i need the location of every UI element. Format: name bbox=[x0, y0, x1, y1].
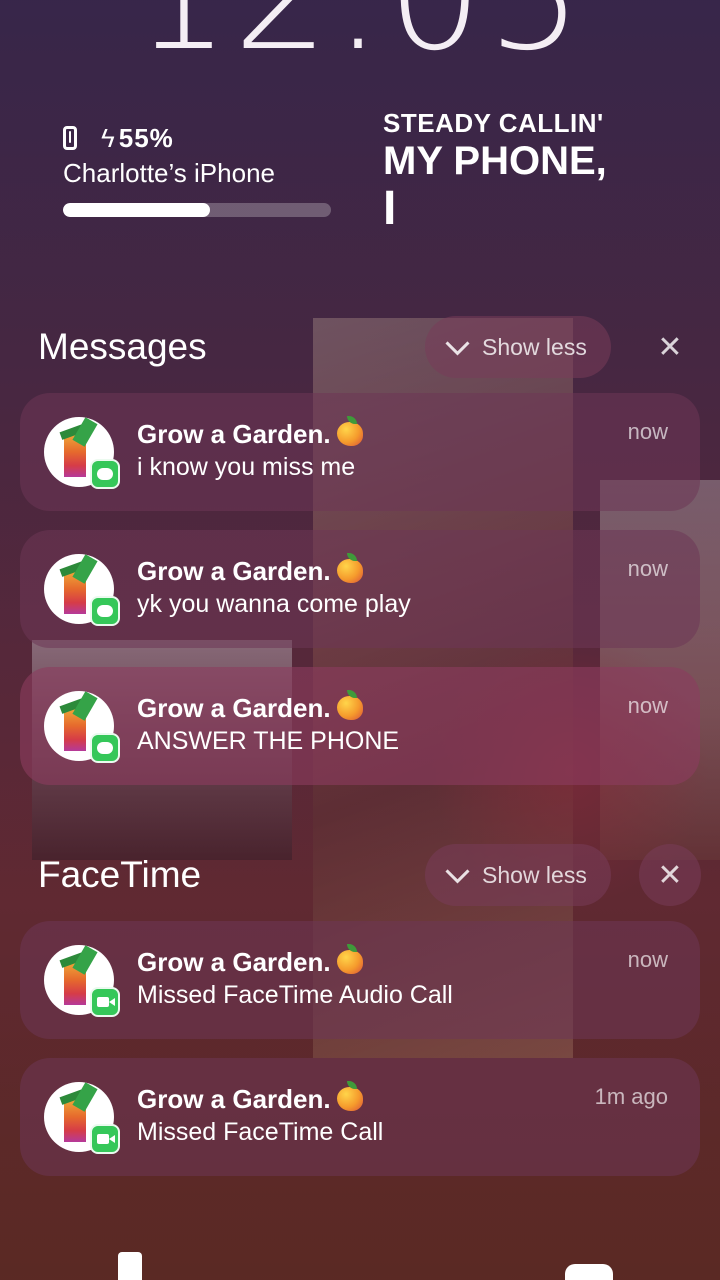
garden-logo-icon bbox=[64, 568, 86, 614]
garden-logo-icon bbox=[64, 431, 86, 477]
facetime-close-button[interactable]: ✕ bbox=[639, 844, 701, 906]
battery-bar-fill bbox=[63, 203, 211, 217]
notification-sender: Grow a Garden. bbox=[137, 944, 363, 978]
battery-bar bbox=[63, 203, 331, 217]
notification-time: now bbox=[627, 419, 668, 444]
chevron-down-icon bbox=[445, 330, 470, 356]
lyric-line-1: STEADY CALLIN' bbox=[383, 108, 604, 138]
messages-app-icon bbox=[90, 733, 120, 763]
messages-app-icon bbox=[90, 596, 120, 626]
show-less-label: Show less bbox=[482, 861, 587, 888]
lock-screen-clock: 12:05 bbox=[0, 0, 720, 72]
mango-emoji-icon bbox=[336, 553, 363, 583]
notification-card[interactable]: Grow a Garden. Missed FaceTime Call 1m a… bbox=[20, 1058, 700, 1176]
chevron-down-icon bbox=[445, 858, 470, 884]
facetime-app-icon bbox=[90, 1124, 120, 1154]
facetime-section-title: FaceTime bbox=[38, 854, 202, 895]
notification-text: i know you miss me bbox=[137, 453, 356, 481]
camera-icon[interactable] bbox=[565, 1264, 613, 1280]
show-less-label: Show less bbox=[482, 333, 587, 360]
flashlight-icon[interactable] bbox=[118, 1252, 142, 1280]
garden-logo-icon bbox=[64, 1096, 86, 1142]
lyric-line-3: I bbox=[383, 182, 397, 235]
garden-logo-icon bbox=[64, 705, 86, 751]
messages-show-less-button[interactable]: Show less bbox=[425, 316, 611, 378]
notification-card[interactable]: Grow a Garden. yk you wanna come play no… bbox=[20, 530, 700, 648]
notification-time: now bbox=[627, 556, 668, 581]
notification-sender: Grow a Garden. bbox=[137, 690, 363, 724]
bolt-icon: ϟ bbox=[101, 123, 115, 153]
messages-section-title: Messages bbox=[38, 326, 207, 367]
mango-emoji-icon bbox=[336, 416, 363, 446]
notification-sender: Grow a Garden. bbox=[137, 416, 363, 450]
notification-sender: Grow a Garden. bbox=[137, 553, 363, 587]
notification-card[interactable]: Grow a Garden. ANSWER THE PHONE now bbox=[20, 667, 700, 785]
notification-text: Missed FaceTime Call bbox=[137, 1118, 384, 1146]
facetime-app-icon bbox=[90, 987, 120, 1017]
messages-close-button[interactable]: ✕ bbox=[639, 316, 701, 378]
garden-logo-icon bbox=[64, 959, 86, 1005]
notification-time: now bbox=[627, 693, 668, 718]
battery-percent: 55% bbox=[118, 122, 174, 153]
mango-emoji-icon bbox=[336, 944, 363, 974]
mango-emoji-icon bbox=[336, 1081, 363, 1111]
lyric-line-2: MY PHONE, bbox=[383, 139, 607, 183]
mango-emoji-icon bbox=[336, 690, 363, 720]
messages-app-icon bbox=[90, 459, 120, 489]
facetime-show-less-button[interactable]: Show less bbox=[425, 844, 611, 906]
notification-text: Missed FaceTime Audio Call bbox=[137, 981, 453, 1009]
notification-text: ANSWER THE PHONE bbox=[137, 727, 400, 755]
notification-time: 1m ago bbox=[594, 1084, 668, 1109]
notification-time: now bbox=[627, 947, 668, 972]
lyrics-widget[interactable]: STEADY CALLIN' MY PHONE, I bbox=[383, 108, 703, 235]
notification-text: yk you wanna come play bbox=[137, 590, 411, 618]
battery-widget[interactable]: ϟ 55% Charlotte’s iPhone bbox=[63, 120, 333, 220]
notification-card[interactable]: Grow a Garden. i know you miss me now bbox=[20, 393, 700, 511]
phone-icon bbox=[63, 126, 77, 150]
notification-sender: Grow a Garden. bbox=[137, 1081, 363, 1115]
notification-card[interactable]: Grow a Garden. Missed FaceTime Audio Cal… bbox=[20, 921, 700, 1039]
device-name: Charlotte’s iPhone bbox=[63, 158, 275, 188]
